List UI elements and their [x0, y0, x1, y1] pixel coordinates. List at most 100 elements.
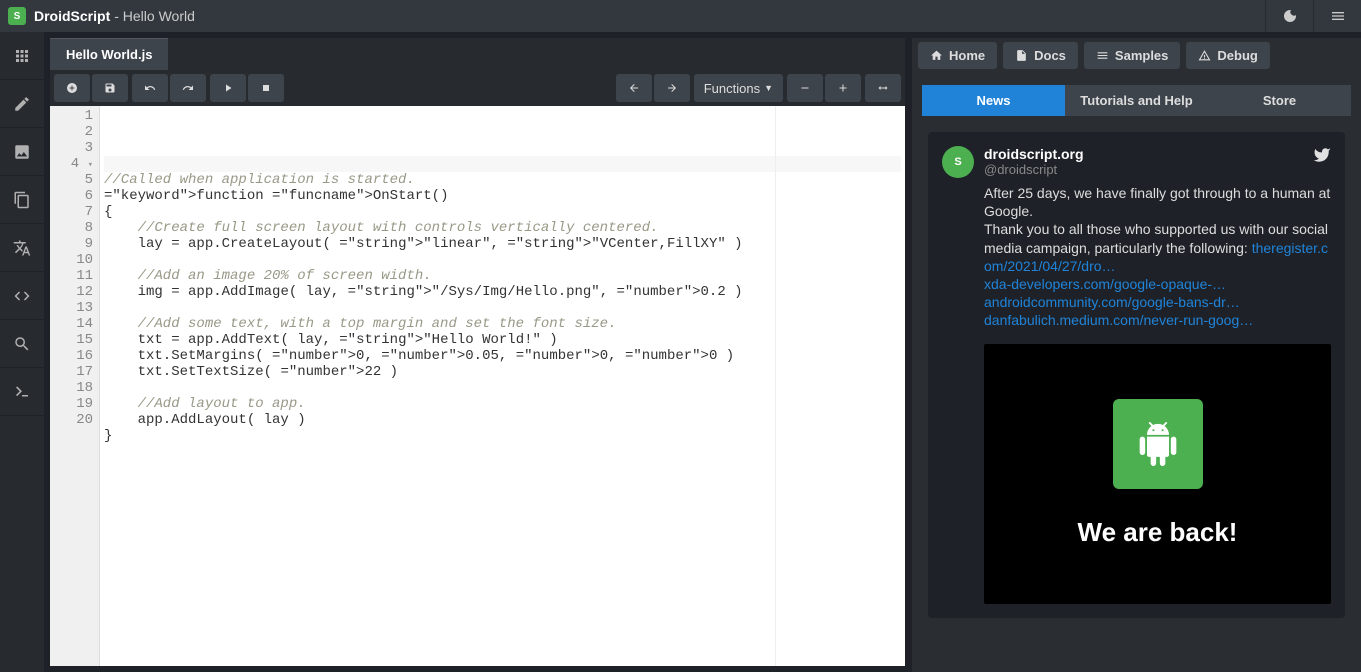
code-line[interactable] — [104, 380, 901, 396]
code-line[interactable]: txt.SetMargins( ="number">0, ="number">0… — [104, 348, 901, 364]
code-line[interactable]: app.AddLayout( lay ) — [104, 412, 901, 428]
pencil-icon — [13, 95, 31, 113]
redo-button[interactable] — [170, 74, 206, 102]
image-icon — [13, 143, 31, 161]
rp-tab-docs[interactable]: Docs — [1003, 42, 1078, 69]
rp-tab-debug[interactable]: Debug — [1186, 42, 1269, 69]
code-line[interactable]: { — [104, 204, 901, 220]
code-line[interactable]: lay = app.CreateLayout( ="string">"linea… — [104, 236, 901, 252]
sidebar-code[interactable] — [0, 272, 44, 320]
search-icon — [13, 335, 31, 353]
news-feed: S droidscript.org @droidscript After 25 … — [912, 124, 1361, 672]
undo-icon — [144, 82, 156, 94]
arrows-h-icon — [877, 82, 889, 94]
code-line[interactable] — [104, 300, 901, 316]
tweet-image-caption: We are back! — [1078, 517, 1238, 548]
rp-subtab-news[interactable]: News — [922, 85, 1065, 116]
code-line[interactable] — [104, 156, 901, 172]
rp-subtab-store[interactable]: Store — [1208, 85, 1351, 116]
theme-toggle-button[interactable] — [1265, 0, 1313, 32]
fullwidth-button[interactable] — [865, 74, 901, 102]
avatar: S — [942, 146, 974, 178]
editor-zone: Hello World.js Functions ▼ — [50, 38, 905, 666]
titlebar: S DroidScript - Hello World — [0, 0, 1361, 32]
code-line[interactable]: //Create full screen layout with control… — [104, 220, 901, 236]
sidebar-apps[interactable] — [0, 32, 44, 80]
tweet-image: We are back! — [984, 344, 1331, 604]
redo-icon — [182, 82, 194, 94]
tweet-link[interactable]: androidcommunity.com/google-bans-dr… — [984, 294, 1240, 310]
terminal-icon — [13, 383, 31, 401]
menu-button[interactable] — [1313, 0, 1361, 32]
code-line[interactable]: //Add an image 20% of screen width. — [104, 268, 901, 284]
file-tabs: Hello World.js — [50, 38, 905, 70]
stop-button[interactable] — [248, 74, 284, 102]
code-line[interactable]: //Add layout to app. — [104, 396, 901, 412]
code-content[interactable]: //Called when application is started.="k… — [100, 106, 905, 666]
tweet-author-name: droidscript.org — [984, 146, 1084, 162]
nav-back-button[interactable] — [616, 74, 652, 102]
code-line[interactable]: //Add some text, with a top margin and s… — [104, 316, 901, 332]
code-line[interactable] — [104, 460, 901, 476]
file-tab-active[interactable]: Hello World.js — [50, 38, 168, 70]
rp-subtab-tutorials-and-help[interactable]: Tutorials and Help — [1065, 85, 1208, 116]
functions-label: Functions — [704, 81, 760, 96]
zoom-in-button[interactable] — [825, 74, 861, 102]
code-editor[interactable]: 1234 ▾567891011121314151617181920 //Call… — [50, 106, 905, 666]
app-title-main: DroidScript — [34, 8, 110, 24]
save-icon — [104, 82, 116, 94]
add-button[interactable] — [54, 74, 90, 102]
stop-icon — [260, 82, 272, 94]
samples-icon — [1096, 49, 1109, 62]
home-icon — [930, 49, 943, 62]
translate-icon — [13, 239, 31, 257]
sidebar-terminal[interactable] — [0, 368, 44, 416]
tweet-link[interactable]: danfabulich.medium.com/never-run-goog… — [984, 312, 1253, 328]
tweet-body: After 25 days, we have finally got throu… — [984, 184, 1331, 330]
code-line[interactable]: } — [104, 428, 901, 444]
nav-forward-button[interactable] — [654, 74, 690, 102]
sidebar-copy[interactable] — [0, 176, 44, 224]
tweet-link[interactable]: theregister.com/2021/04/27/dro… — [984, 240, 1328, 274]
hamburger-icon — [1330, 8, 1346, 24]
play-icon — [222, 82, 234, 94]
code-line[interactable]: img = app.AddImage( lay, ="string">"/Sys… — [104, 284, 901, 300]
save-button[interactable] — [92, 74, 128, 102]
code-icon — [13, 287, 31, 305]
right-panel-subtabs: NewsTutorials and HelpStore — [922, 85, 1351, 116]
functions-dropdown[interactable]: Functions ▼ — [694, 74, 783, 102]
code-line[interactable] — [104, 444, 901, 460]
tweet-author-handle: @droidscript — [984, 162, 1084, 177]
app-logo: S — [8, 7, 26, 25]
left-sidebar — [0, 32, 44, 672]
right-panel: HomeDocsSamplesDebug NewsTutorials and H… — [911, 38, 1361, 672]
code-line[interactable] — [104, 252, 901, 268]
editor-toolbar: Functions ▼ — [50, 70, 905, 106]
code-line[interactable]: txt.SetTextSize( ="number">22 ) — [104, 364, 901, 380]
zoom-out-button[interactable] — [787, 74, 823, 102]
moon-icon — [1282, 8, 1298, 24]
grid-icon — [13, 47, 31, 65]
code-line[interactable]: ="keyword">function ="funcname">OnStart(… — [104, 188, 901, 204]
rp-tab-home[interactable]: Home — [918, 42, 997, 69]
sidebar-translate[interactable] — [0, 224, 44, 272]
code-line[interactable]: //Called when application is started. — [104, 172, 901, 188]
line-gutter: 1234 ▾567891011121314151617181920 — [50, 106, 100, 666]
run-button[interactable] — [210, 74, 246, 102]
sidebar-image[interactable] — [0, 128, 44, 176]
app-title-sub: - Hello World — [114, 8, 195, 24]
twitter-icon — [1313, 146, 1331, 169]
debug-icon — [1198, 49, 1211, 62]
caret-down-icon: ▼ — [764, 83, 773, 93]
tweet-card[interactable]: S droidscript.org @droidscript After 25 … — [928, 132, 1345, 618]
docs-icon — [1015, 49, 1028, 62]
sidebar-search[interactable] — [0, 320, 44, 368]
rp-tab-samples[interactable]: Samples — [1084, 42, 1180, 69]
sidebar-edit[interactable] — [0, 80, 44, 128]
copy-icon — [13, 191, 31, 209]
tweet-link[interactable]: xda-developers.com/google-opaque-… — [984, 276, 1226, 292]
undo-button[interactable] — [132, 74, 168, 102]
plus-icon — [837, 82, 849, 94]
code-line[interactable]: txt = app.AddText( lay, ="string">"Hello… — [104, 332, 901, 348]
arrow-right-icon — [666, 82, 678, 94]
